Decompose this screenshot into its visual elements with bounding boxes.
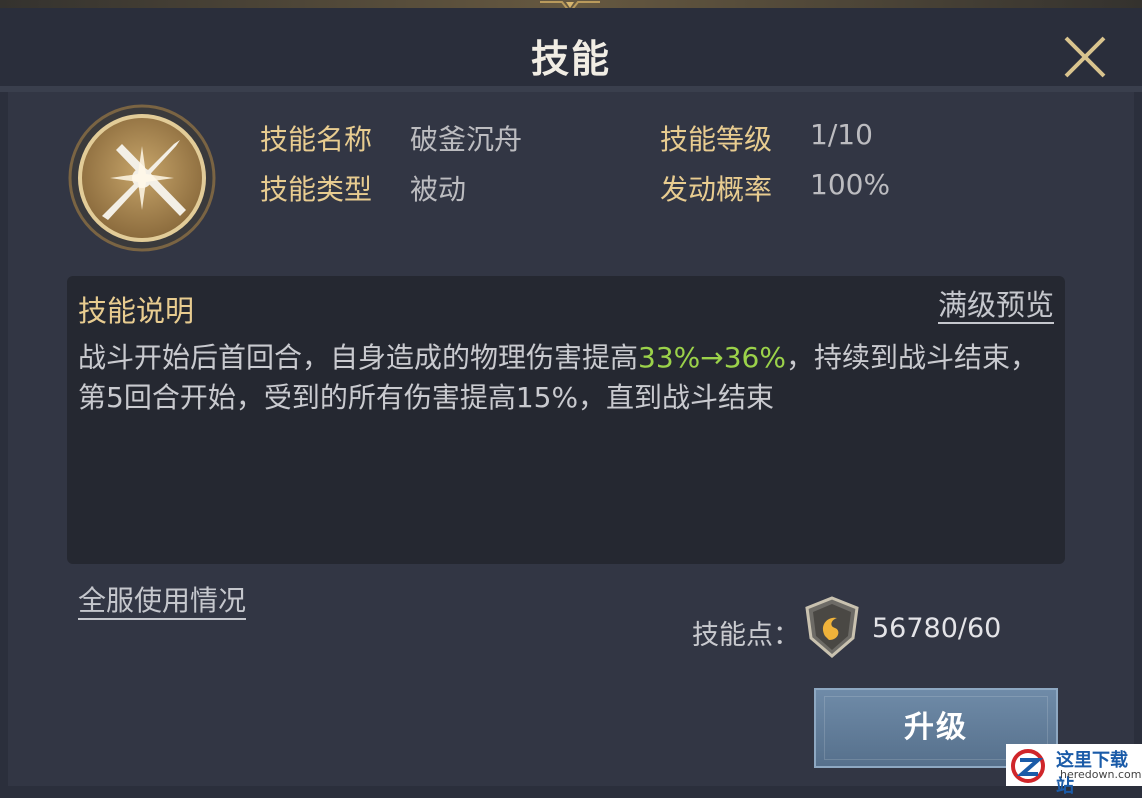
crossed-swords-icon (68, 104, 216, 252)
skill-type-label: 技能类型 (260, 173, 373, 206)
window-header: 技能 (0, 8, 1142, 86)
skill-points-label: 技能点： (692, 620, 800, 651)
max-level-preview-link[interactable]: 满级预览 (937, 288, 1054, 324)
description-box (67, 276, 1065, 564)
skill-level-label: 技能等级 (660, 123, 773, 156)
server-usage-link[interactable]: 全服使用情况 (78, 584, 247, 620)
trigger-rate-value: 100% (810, 168, 891, 201)
description-title: 技能说明 (78, 294, 195, 328)
skill-name-label: 技能名称 (260, 123, 373, 156)
description-highlight: 33%→36% (638, 341, 786, 374)
description-text: 战斗开始后首回合，自身造成的物理伤害提高33%→36%，持续到战斗结束，第5回合… (78, 338, 1048, 418)
skill-points-value: 56780/60 (872, 613, 1002, 644)
skill-name-value: 破釜沉舟 (410, 123, 523, 156)
skill-point-shield-icon (805, 596, 859, 658)
description-text-part1: 战斗开始后首回合，自身造成的物理伤害提高 (78, 341, 639, 374)
skill-type-value: 被动 (410, 173, 467, 206)
watermark-logo-icon (1011, 749, 1045, 783)
watermark-url: heredown.com (1060, 768, 1142, 781)
window-title: 技能 (530, 37, 611, 81)
skill-level-value: 1/10 (810, 118, 873, 151)
close-icon[interactable] (1060, 32, 1110, 82)
trigger-rate-label: 发动概率 (660, 173, 773, 206)
